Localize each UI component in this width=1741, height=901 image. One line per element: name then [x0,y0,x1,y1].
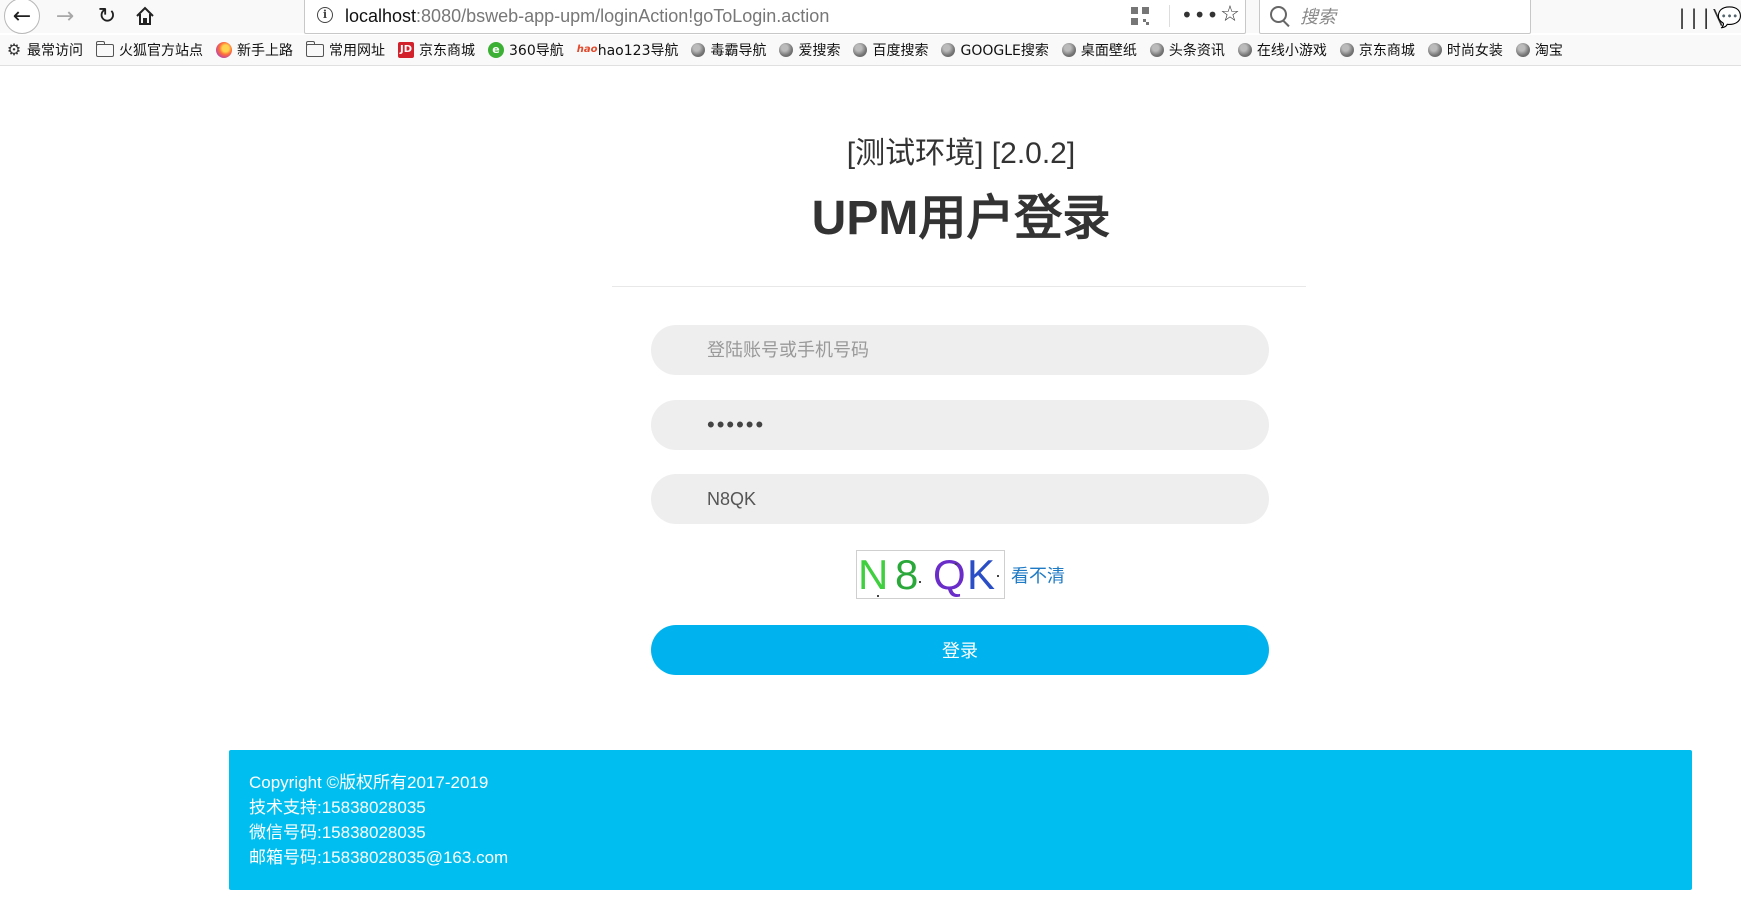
url-text[interactable]: localhost:8080/bsweb-app-upm/loginAction… [345,6,829,27]
bookmark-item[interactable]: e 360导航 [482,37,571,63]
noise-dot [877,595,879,597]
globe-icon [1061,43,1076,57]
username-input[interactable] [651,325,1269,375]
page-title: UPM用户登录 [811,192,1111,245]
reload-icon: ↻ [97,3,117,29]
bookmark-label: 桌面壁纸 [1080,43,1137,59]
bookmark-label: GOOGLE搜索 [960,43,1049,59]
bookmark-label: 头条资讯 [1168,43,1225,59]
noise-dot [955,563,957,565]
captcha-image[interactable]: N 8 Q K [856,550,1005,599]
home-button[interactable] [130,0,160,32]
hao123-icon: hao [576,44,598,55]
bookmark-item[interactable]: ⚙ 最常访问 [0,37,90,63]
bookmark-item[interactable]: 桌面壁纸 [1056,37,1144,63]
globe-icon [779,43,794,57]
footer-support: 技术支持:15838028035 [249,798,426,817]
noise-dot [919,581,921,583]
folder-icon [95,40,114,57]
divider [1169,5,1170,27]
bookmark-label: hao123导航 [597,43,679,59]
footer-email: 邮箱号码:15838028035@163.com [249,848,509,867]
globe-icon [691,43,706,57]
bookmark-item[interactable]: 在线小游戏 [1232,37,1334,63]
url-path: :8080/bsweb-app-upm/loginAction!goToLogi… [416,6,830,26]
browser-toolbar: ← → ↻ i localhost:8080/bsweb-app-upm/log… [0,0,1741,34]
back-button[interactable]: ← [4,0,40,34]
bookmark-item[interactable]: 毒霸导航 [685,37,773,63]
info-icon[interactable]: i [317,7,333,23]
globe-icon [1427,43,1442,57]
globe-icon [1339,43,1354,57]
noise-dot [997,575,999,577]
bookmark-label: 毒霸导航 [710,43,767,59]
footer-wechat: 微信号码:15838028035 [249,823,426,842]
bookmarks-toolbar: ⚙ 最常访问 火狐官方站点 新手上路 常用网址 JD 京东商城 e 360导航 hao… [0,35,1741,66]
gear-icon: ⚙ [6,40,22,59]
bookmark-label: 360导航 [509,43,564,59]
folder-icon [305,40,324,57]
bookmark-star-icon[interactable]: ☆ [1215,1,1245,31]
more-actions-icon[interactable]: ••• [1181,3,1218,29]
jd-icon: JD [398,42,414,58]
search-bar[interactable] [1259,0,1531,34]
360-icon: e [488,42,504,58]
arrow-left-icon: ← [12,3,32,29]
bookmark-label: 在线小游戏 [1256,43,1327,59]
bookmark-item[interactable]: 百度搜索 [847,37,935,63]
bookmark-label: 百度搜索 [872,43,929,59]
search-icon [1270,6,1287,23]
divider [612,286,1306,287]
environment-tag: [测试环境] [2.0.2] [846,137,1076,170]
arrow-right-icon: → [55,3,75,29]
bookmark-label: 新手上路 [237,43,293,59]
bookmark-item[interactable]: hao hao123导航 [571,37,686,63]
home-icon [136,6,154,25]
captcha-char: 8 [895,551,919,598]
library-icon[interactable]: |||\ [1676,4,1724,30]
password-input[interactable] [651,400,1269,450]
bookmark-item[interactable]: 爱搜索 [773,37,847,63]
globe-icon [941,43,956,57]
footer: Copyright ©版权所有2017-2019 技术支持:1583802803… [229,750,1692,890]
bookmark-label: 时尚女装 [1446,43,1503,59]
bookmark-item[interactable]: 常用网址 [300,37,392,63]
url-host: localhost [345,6,417,26]
globe-icon [1237,43,1252,57]
captcha-char: Q [933,551,966,598]
footer-copyright: Copyright ©版权所有2017-2019 [249,773,489,792]
bookmark-label: 京东商城 [419,43,475,59]
bookmark-item[interactable]: JD 京东商城 [392,37,482,63]
bookmark-item[interactable]: 时尚女装 [1422,37,1510,63]
globe-icon [853,43,868,57]
bookmark-label: 火狐官方站点 [119,43,203,59]
qr-code-icon[interactable] [1131,7,1149,25]
bookmark-item[interactable]: 头条资讯 [1144,37,1232,63]
captcha-char: K [967,551,996,598]
bookmark-label: 京东商城 [1358,43,1415,59]
reload-button[interactable]: ↻ [92,0,122,32]
bookmark-label: 爱搜索 [798,43,841,59]
address-bar[interactable]: i localhost:8080/bsweb-app-upm/loginActi… [304,0,1246,34]
bookmark-label: 最常访问 [27,43,83,59]
chat-icon[interactable]: 💬 [1717,4,1741,30]
bookmark-item[interactable]: 火狐官方站点 [90,37,210,63]
search-input[interactable] [1298,3,1522,31]
bookmark-item[interactable]: 淘宝 [1510,37,1570,63]
refresh-captcha-link[interactable]: 看不清 [1011,562,1065,588]
globe-icon [1515,43,1530,57]
bookmark-label: 常用网址 [329,43,385,59]
captcha-char: N [858,551,889,598]
captcha-input[interactable] [651,474,1269,524]
bookmark-item[interactable]: 京东商城 [1334,37,1422,63]
bookmark-label: 淘宝 [1534,43,1563,59]
firefox-icon [216,42,232,58]
login-button[interactable]: 登录 [651,625,1269,675]
globe-icon [1149,43,1164,57]
bookmark-item[interactable]: 新手上路 [210,37,300,63]
forward-button[interactable]: → [50,0,80,32]
bookmark-item[interactable]: GOOGLE搜索 [935,37,1055,63]
